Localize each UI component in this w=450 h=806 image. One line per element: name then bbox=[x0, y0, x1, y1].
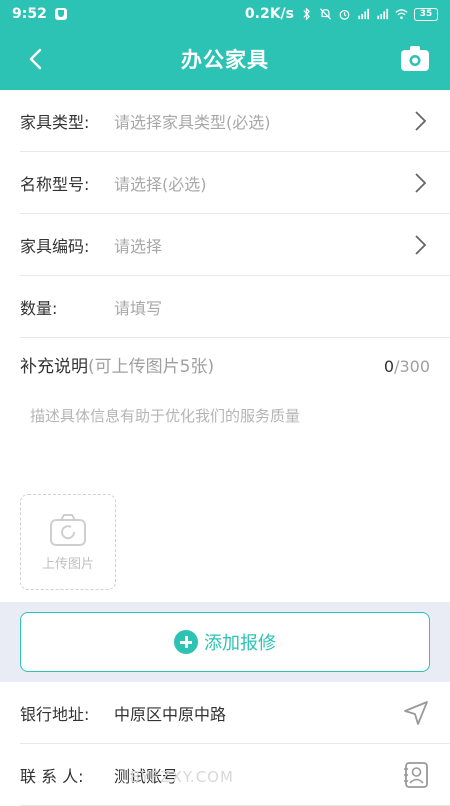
watermark: BYFZXY.COM bbox=[130, 768, 234, 786]
status-time: 9:52 bbox=[12, 6, 47, 22]
quantity-input[interactable]: 请填写 bbox=[114, 295, 162, 319]
camera-icon[interactable] bbox=[400, 44, 430, 74]
furniture-type-row[interactable]: 家具类型: 请选择家具类型(必选) bbox=[20, 90, 450, 152]
alarm-icon bbox=[339, 9, 350, 20]
back-arrow-icon[interactable] bbox=[24, 46, 50, 72]
status-right: 0.2K/s 35 bbox=[245, 6, 438, 22]
model-row[interactable]: 名称型号: 请选择(必选) bbox=[20, 152, 450, 214]
contact-person-row: 联 系 人: 测试账号 bbox=[20, 744, 450, 806]
contact-card-icon[interactable] bbox=[402, 761, 430, 789]
chevron-right-icon bbox=[415, 235, 427, 255]
furniture-type-select[interactable]: 请选择家具类型(必选) bbox=[114, 109, 271, 133]
repair-form: 家具类型: 请选择家具类型(必选) 名称型号: 请选择(必选) 家具编码: 请选… bbox=[0, 90, 450, 338]
bluetooth-icon bbox=[303, 8, 310, 20]
furniture-code-label: 家具编码: bbox=[20, 236, 90, 256]
supplement-section: 补充说明 (可上传图片5张) 0/300 描述具体信息有助于优化我们的服务质量 bbox=[20, 352, 430, 426]
mute-bell-icon bbox=[319, 8, 332, 20]
chevron-right-icon bbox=[415, 173, 427, 193]
furniture-code-row[interactable]: 家具编码: 请选择 bbox=[20, 214, 450, 276]
char-count-current: 0 bbox=[383, 357, 395, 376]
furniture-code-select[interactable]: 请选择 bbox=[114, 233, 162, 257]
location-arrow-icon[interactable] bbox=[402, 699, 430, 727]
upload-image-label: 上传图片 bbox=[41, 556, 94, 572]
supplement-hint: (可上传图片5张) bbox=[88, 357, 215, 377]
description-textarea[interactable]: 描述具体信息有助于优化我们的服务质量 bbox=[30, 405, 430, 426]
supplement-title: 补充说明 bbox=[20, 357, 88, 377]
contact-section: 银行地址: 中原区中原中路 联 系 人: 测试账号 bbox=[0, 682, 450, 806]
quantity-label: 数量: bbox=[20, 298, 58, 318]
camera-outline-icon bbox=[50, 513, 86, 546]
signal-icon bbox=[358, 8, 370, 20]
shield-icon bbox=[54, 8, 67, 20]
chevron-right-icon bbox=[415, 111, 427, 131]
char-count-max: /300 bbox=[394, 357, 430, 376]
plus-circle-icon bbox=[174, 630, 198, 654]
bank-address-row: 银行地址: 中原区中原中路 bbox=[20, 682, 450, 744]
bank-address-value: 中原区中原中路 bbox=[114, 704, 227, 724]
model-select[interactable]: 请选择(必选) bbox=[114, 171, 207, 195]
supplement-header: 补充说明 (可上传图片5张) 0/300 bbox=[20, 352, 430, 377]
status-bar: 9:52 0.2K/s 35 bbox=[0, 0, 450, 28]
quantity-row: 数量: 请填写 bbox=[20, 276, 450, 338]
battery-indicator: 35 bbox=[414, 7, 438, 21]
signal-icon-2 bbox=[377, 8, 389, 20]
char-counter: 0/300 bbox=[384, 357, 430, 376]
network-speed: 0.2K/s bbox=[244, 6, 294, 22]
add-repair-button[interactable]: 添加报修 bbox=[20, 612, 430, 672]
add-repair-label: 添加报修 bbox=[204, 633, 276, 654]
upload-image-button[interactable]: 上传图片 bbox=[20, 494, 116, 590]
contact-person-label: 联 系 人: bbox=[20, 766, 84, 786]
model-label: 名称型号: bbox=[20, 174, 90, 194]
header: 办公家具 bbox=[0, 28, 450, 90]
page-title: 办公家具 bbox=[181, 48, 269, 72]
bank-address-label: 银行地址: bbox=[20, 704, 90, 724]
wifi-icon bbox=[395, 9, 408, 19]
furniture-type-label: 家具类型: bbox=[20, 112, 90, 132]
